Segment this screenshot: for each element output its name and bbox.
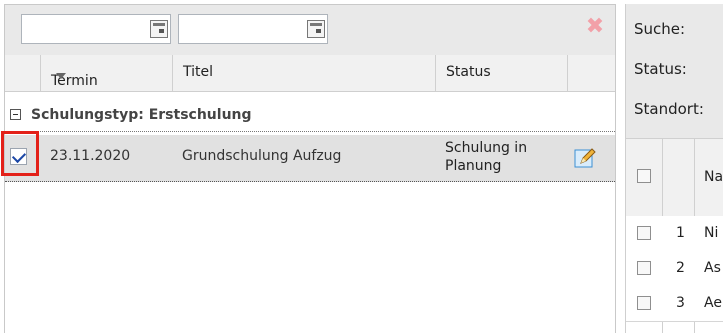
row-number: 1 — [676, 225, 685, 241]
row-number: 2 — [676, 260, 685, 276]
row-termin: 23.11.2020 — [50, 148, 131, 164]
row-checkbox[interactable] — [637, 296, 651, 310]
location-label: Standort: — [634, 100, 704, 118]
group-label: Schulungstyp: Erstschulung — [31, 107, 252, 123]
clear-filter-icon[interactable]: ✖ — [584, 16, 606, 38]
date-to-input[interactable] — [178, 14, 328, 44]
select-all-checkbox[interactable] — [637, 169, 651, 183]
calendar-icon[interactable] — [307, 20, 325, 38]
column-titel-label: Titel — [183, 64, 214, 80]
sort-down-icon[interactable] — [56, 73, 66, 79]
row-status-line1: Schulung in — [445, 140, 528, 156]
row-checkbox[interactable] — [10, 148, 27, 165]
collapse-icon[interactable] — [10, 109, 21, 120]
filter-panel: Suche: Status: Standort: Na 1 Ni 2 As 3 … — [625, 4, 723, 333]
grid-header: Termin Titel Status — [5, 55, 615, 92]
training-grid-panel: ✖ Termin Titel Status Schulungstyp: Erst… — [1, 4, 616, 333]
status-label: Status: — [634, 60, 687, 78]
search-label: Suche: — [634, 20, 686, 38]
date-from-input[interactable] — [21, 14, 171, 44]
edit-icon[interactable] — [573, 146, 597, 170]
column-termin[interactable]: Termin — [40, 55, 172, 91]
participant-table-header: Na — [626, 138, 723, 218]
grid-toolbar: ✖ — [5, 5, 615, 56]
row-checkbox-highlight — [1, 131, 39, 176]
group-header-erstschulung[interactable]: Schulungstyp: Erstschulung — [5, 101, 615, 132]
table-row[interactable]: 2 As — [626, 251, 723, 287]
row-status: Schulung in Planung — [445, 139, 565, 175]
participant-table: Na 1 Ni 2 As 3 Ae — [626, 138, 723, 333]
row-status-line2: Planung — [445, 158, 502, 174]
row-titel: Grundschulung Aufzug — [182, 148, 342, 164]
column-status-label: Status — [446, 64, 491, 80]
row-name: As — [704, 260, 721, 276]
row-checkbox[interactable] — [637, 261, 651, 275]
column-status[interactable]: Status — [435, 55, 567, 91]
row-number: 3 — [676, 295, 685, 311]
name-column-label: Na — [704, 169, 723, 185]
row-name: Ae — [704, 295, 722, 311]
calendar-icon[interactable] — [150, 20, 168, 38]
row-checkbox[interactable] — [637, 226, 651, 240]
actions-column-header — [567, 55, 615, 91]
column-titel[interactable]: Titel — [172, 55, 435, 91]
select-column-header — [5, 55, 40, 91]
table-row[interactable]: 23.11.2020 Grundschulung Aufzug Schulung… — [1, 131, 615, 182]
row-name: Ni — [704, 225, 719, 241]
table-row[interactable]: 1 Ni — [626, 216, 723, 252]
table-row[interactable]: 3 Ae — [626, 286, 723, 322]
